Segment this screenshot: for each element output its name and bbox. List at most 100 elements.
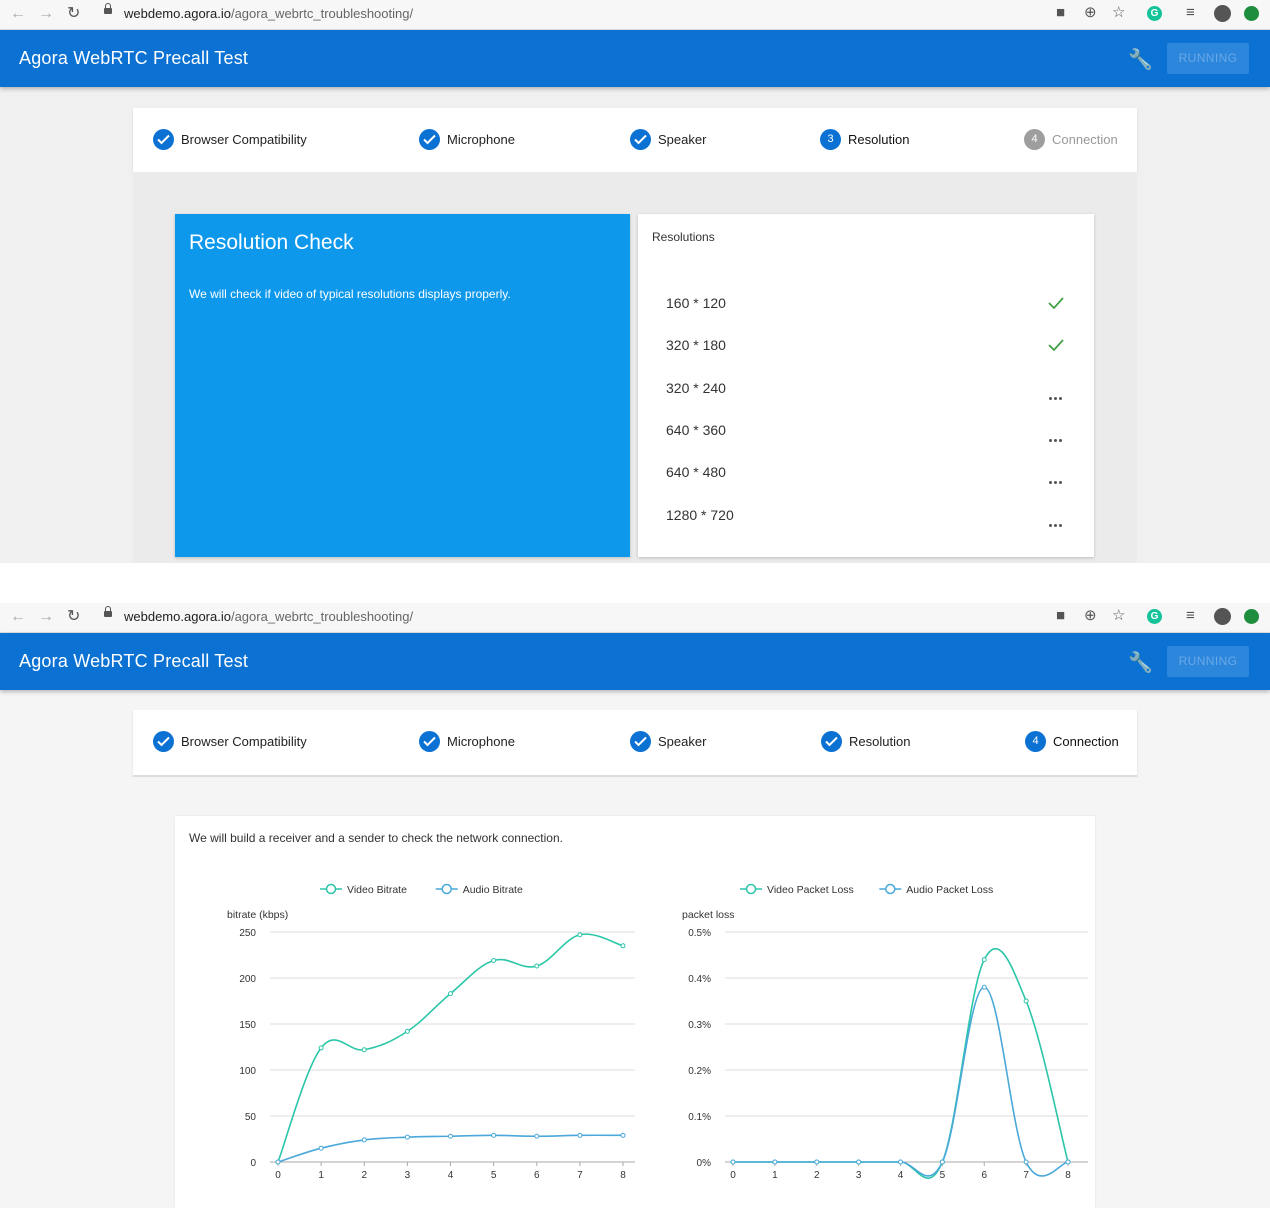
grammarly-extension-icon[interactable]: G — [1147, 609, 1162, 624]
step-label: Speaker — [658, 734, 707, 749]
x-tick-label: 2 — [814, 1170, 820, 1181]
step-done-check-icon — [630, 129, 651, 150]
y-tick-label: 250 — [239, 928, 256, 939]
forward-arrow-icon[interactable]: → — [38, 608, 54, 626]
data-point — [620, 943, 626, 949]
y-tick-label: 0% — [697, 1158, 712, 1169]
url-host: webdemo.agora.io — [124, 6, 231, 21]
data-point — [448, 991, 453, 997]
profile-avatar-icon[interactable] — [1214, 5, 1231, 22]
packet-loss-chart: 0% 0.1% 0.2% 0.3% 0.4% 0.5% 0 1 2 3 4 5 6 7 8 packet lo… — [682, 883, 1088, 1181]
series-line — [732, 947, 1069, 1179]
series-line — [277, 933, 624, 1163]
screenshot-resolution-step: ← → ↻ webdemo.agora.io/agora_webrtc_trou… — [0, 0, 1270, 563]
address-bar[interactable]: webdemo.agora.io/agora_webrtc_troublesho… — [124, 609, 413, 624]
back-arrow-icon[interactable]: ← — [10, 608, 26, 626]
forward-arrow-icon[interactable]: → — [38, 5, 54, 23]
data-point — [856, 1159, 862, 1165]
data-point — [1023, 1159, 1029, 1165]
star-icon[interactable]: ☆ — [1112, 607, 1125, 625]
resolution-label: 640 * 360 — [666, 422, 726, 438]
step-label: Browser Compatibility — [181, 132, 307, 147]
camera-icon[interactable]: ■ — [1056, 607, 1065, 625]
card-description: We will check if video of typical resolu… — [189, 287, 511, 301]
browser-toolbar: ← → ↻ webdemo.agora.io/agora_webrtc_trou… — [0, 603, 1270, 633]
resolution-row: 320 * 240 — [666, 378, 1066, 402]
step-done-check-icon — [419, 731, 440, 752]
resolution-row: 1280 * 720 — [666, 505, 1066, 529]
x-tick-label: 3 — [856, 1170, 862, 1181]
step-done-check-icon — [153, 731, 174, 752]
x-tick-label: 1 — [772, 1170, 778, 1181]
data-point — [981, 957, 987, 963]
legend-marker — [745, 883, 757, 895]
profile-avatar-icon[interactable] — [1214, 608, 1231, 625]
zoom-icon[interactable]: ⊕ — [1084, 4, 1097, 22]
pending-dots-icon — [1046, 505, 1066, 527]
resolution-row: 640 * 480 — [666, 462, 1066, 486]
data-point — [939, 1159, 945, 1165]
data-point — [491, 958, 497, 964]
data-point — [275, 1159, 281, 1165]
app-bar: Agora WebRTC Precall Test 🔧 RUNNING — [0, 30, 1270, 87]
extension-green-icon[interactable] — [1244, 6, 1259, 21]
x-tick-label: 0 — [275, 1170, 281, 1181]
x-tick-label: 7 — [1023, 1170, 1029, 1181]
grammarly-extension-icon[interactable]: G — [1147, 6, 1162, 21]
legend-label: Audio Packet Loss — [906, 884, 993, 896]
step-label: Microphone — [447, 132, 515, 147]
extension-green-icon[interactable] — [1244, 609, 1259, 624]
data-point — [772, 1159, 778, 1165]
data-point — [1023, 998, 1029, 1004]
step-done-check-icon — [630, 731, 651, 752]
back-arrow-icon[interactable]: ← — [10, 5, 26, 23]
y-axis-label: bitrate (kbps) — [227, 909, 288, 921]
resolutions-title: Resolutions — [652, 230, 715, 244]
url-path: /agora_webrtc_troubleshooting/ — [230, 609, 414, 624]
data-point — [491, 1132, 497, 1138]
resolution-row: 640 * 360 — [666, 420, 1066, 444]
step-number: 3 — [820, 129, 841, 150]
step-done-check-icon — [153, 129, 174, 150]
resolution-check-card: Resolution Check We will check if video … — [175, 214, 630, 557]
screenshot-connection-step: ← → ↻ webdemo.agora.io/agora_webrtc_trou… — [0, 603, 1270, 1208]
resolution-label: 160 * 120 — [666, 295, 726, 311]
wrench-icon[interactable]: 🔧 — [1128, 650, 1153, 675]
address-bar[interactable]: webdemo.agora.io/agora_webrtc_troublesho… — [124, 6, 413, 21]
legend-label: Audio Bitrate — [463, 884, 523, 896]
data-point — [981, 984, 987, 990]
reading-list-icon[interactable]: ≡ — [1186, 607, 1195, 625]
legend-label: Video Bitrate — [347, 884, 407, 896]
data-point — [404, 1134, 410, 1140]
series-line — [277, 1134, 624, 1163]
reading-list-icon[interactable]: ≡ — [1186, 4, 1195, 22]
step-label: Speaker — [658, 132, 707, 147]
data-point — [361, 1047, 367, 1053]
x-tick-label: 8 — [1065, 1170, 1071, 1181]
series-line — [732, 986, 1069, 1177]
resolutions-list-card: Resolutions 160 * 120 320 * 180 320 * 24… — [638, 214, 1094, 557]
pending-dots-icon — [1046, 462, 1066, 484]
camera-icon[interactable]: ■ — [1056, 4, 1065, 22]
data-point — [577, 1132, 583, 1138]
star-icon[interactable]: ☆ — [1112, 4, 1125, 22]
connection-description: We will build a receiver and a sender to… — [189, 831, 563, 845]
step-label: Browser Compatibility — [181, 734, 307, 749]
reload-icon[interactable]: ↻ — [67, 608, 80, 626]
running-button[interactable]: RUNNING — [1167, 646, 1249, 677]
wrench-icon[interactable]: 🔧 — [1128, 47, 1153, 72]
y-tick-label: 0 — [250, 1158, 256, 1169]
y-tick-label: 100 — [239, 1066, 256, 1077]
y-tick-label: 50 — [245, 1112, 257, 1123]
screenshot-separator — [0, 563, 1270, 603]
y-tick-label: 0.3% — [688, 1020, 711, 1031]
pending-dots-icon — [1046, 378, 1066, 400]
reload-icon[interactable]: ↻ — [67, 5, 80, 23]
data-point — [318, 1145, 324, 1151]
step-label: Connection — [1052, 132, 1118, 147]
y-tick-label: 0.2% — [688, 1066, 711, 1077]
running-button[interactable]: RUNNING — [1167, 43, 1249, 74]
zoom-icon[interactable]: ⊕ — [1084, 607, 1097, 625]
lock-icon — [104, 606, 112, 617]
data-point — [534, 963, 540, 969]
